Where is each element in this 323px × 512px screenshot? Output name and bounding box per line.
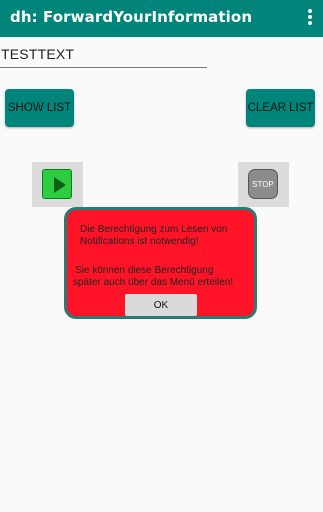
stop-button[interactable]: STOP (238, 162, 289, 207)
dialog-message-line4: später auch über das Menü erteilen! (73, 277, 234, 288)
app-bar: dh: ForwardYourInformation (0, 0, 323, 37)
text-input-value: TESTTEXT (1, 46, 75, 62)
more-vert-icon[interactable] (306, 8, 314, 28)
play-button[interactable] (32, 162, 83, 207)
ok-button[interactable]: OK (125, 294, 197, 316)
stop-icon: STOP (248, 169, 278, 199)
show-list-button[interactable]: SHOW LIST (5, 89, 74, 127)
permission-dialog: Die Berechtigung zum Lesen von Notificat… (64, 207, 257, 319)
play-icon (42, 169, 72, 199)
app-title: dh: ForwardYourInformation (10, 8, 253, 26)
clear-list-button[interactable]: CLEAR LIST (246, 89, 315, 127)
dialog-message-line1: Die Berechtigung zum Lesen von (80, 224, 228, 235)
text-input-field[interactable]: TESTTEXT (0, 45, 207, 68)
dialog-message-line2: Notifications ist notwendig! (80, 236, 199, 247)
dialog-message-line3: Sie können diese Berechtigung (75, 265, 214, 276)
